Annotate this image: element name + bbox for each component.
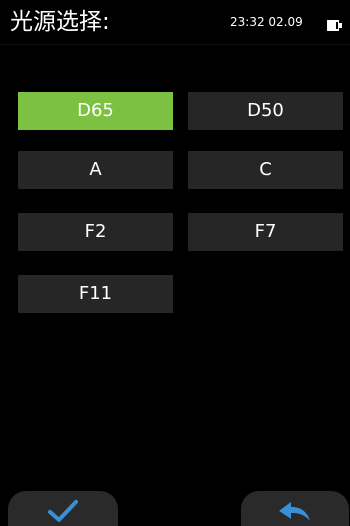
status-time: 23:32 02.09	[230, 15, 303, 29]
illuminant-button-f11[interactable]: F11	[18, 275, 173, 313]
header-divider	[0, 44, 350, 45]
page-title: 光源选择:	[10, 9, 110, 35]
battery-icon	[327, 16, 342, 31]
illuminant-button-d65[interactable]: D65	[18, 92, 173, 130]
checkmark-icon	[48, 499, 78, 522]
illuminant-button-c[interactable]: C	[188, 151, 343, 189]
illuminant-button-d50[interactable]: D50	[188, 92, 343, 130]
back-button[interactable]	[241, 491, 349, 526]
illuminant-button-f7[interactable]: F7	[188, 213, 343, 251]
confirm-button[interactable]	[8, 491, 118, 526]
illuminant-button-f2[interactable]: F2	[18, 213, 173, 251]
header-bar: 光源选择: 23:32 02.09	[0, 0, 350, 44]
illuminant-button-a[interactable]: A	[18, 151, 173, 189]
back-arrow-icon	[279, 501, 310, 521]
